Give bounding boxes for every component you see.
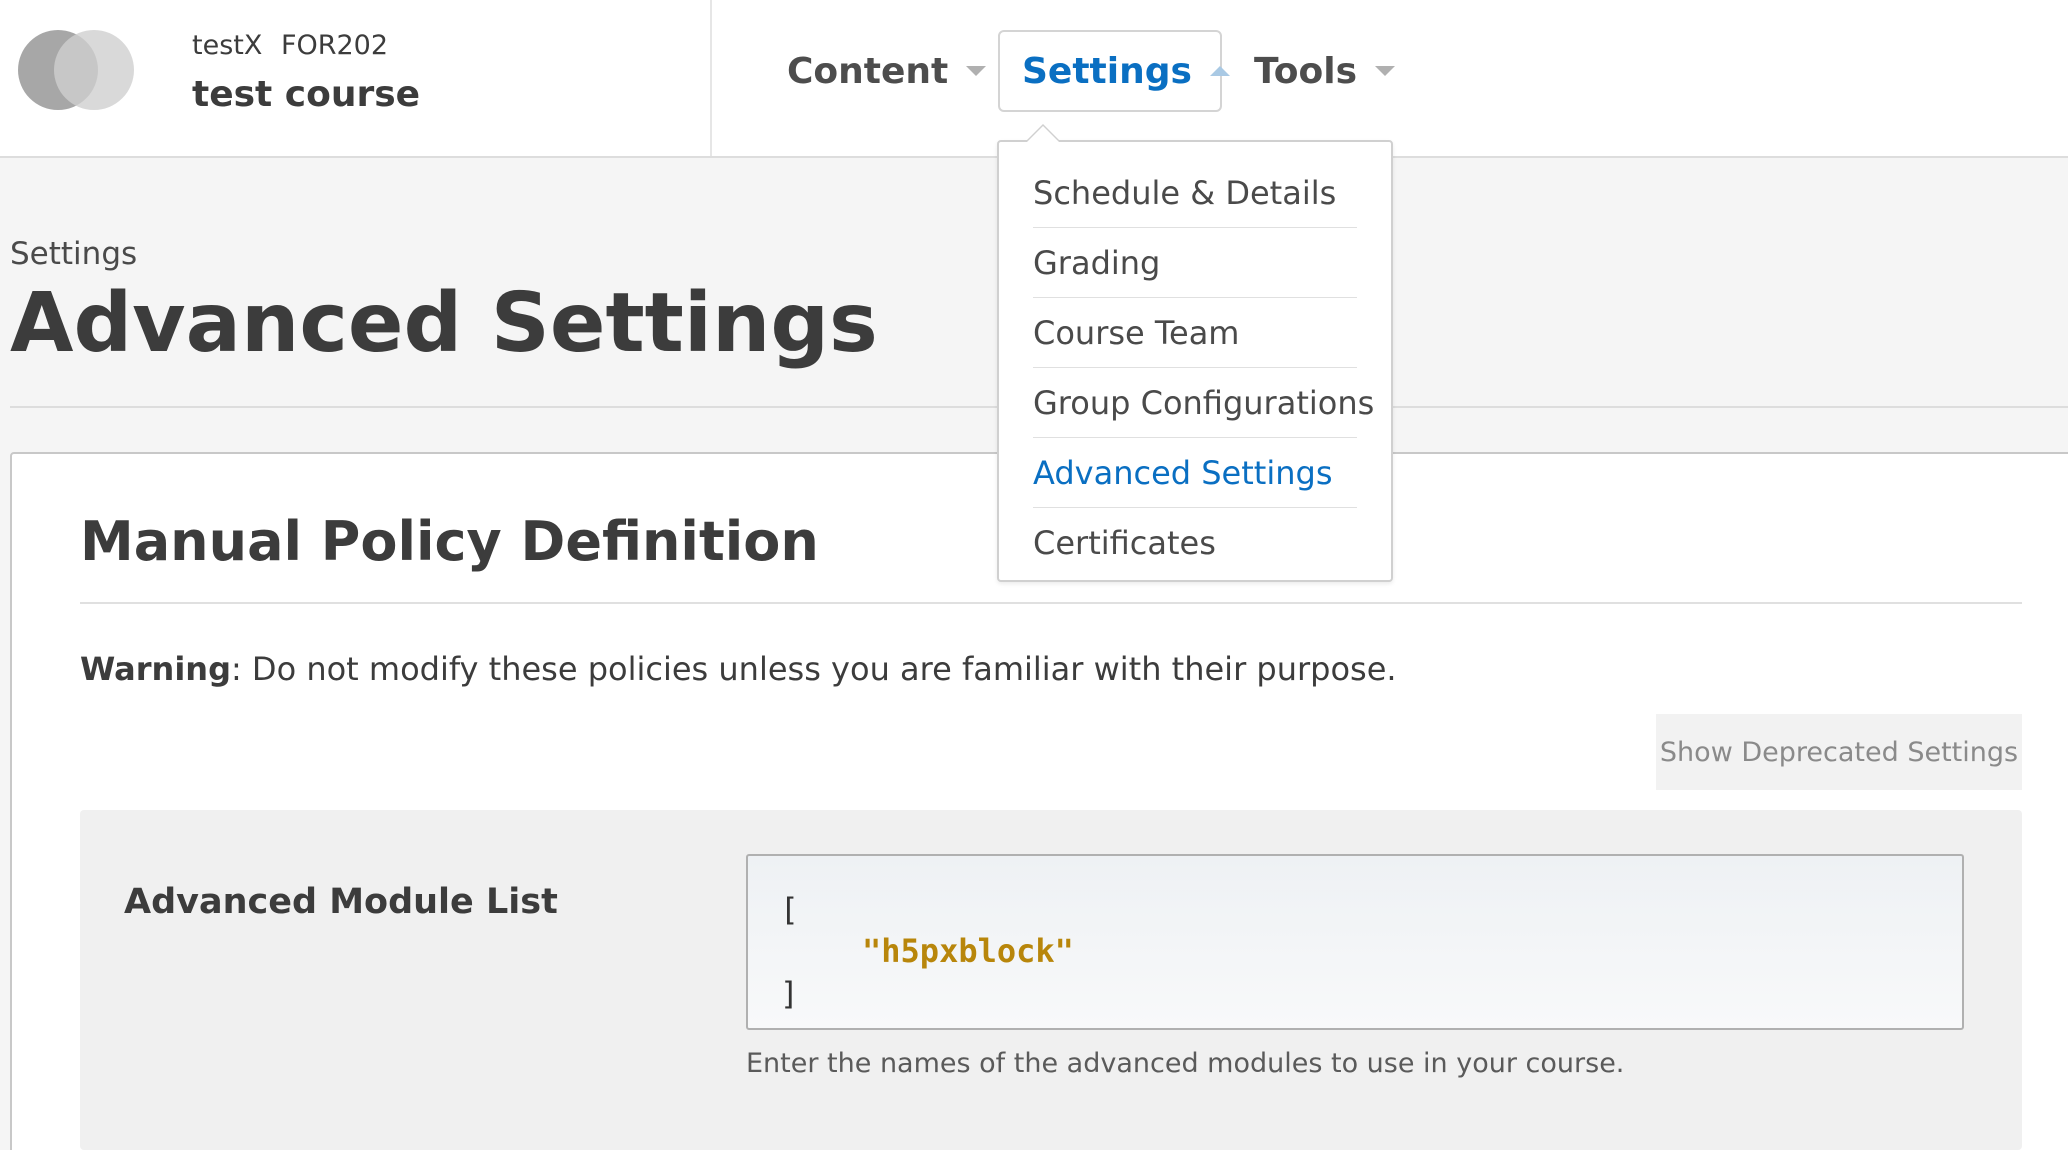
warning-label: Warning [80, 650, 231, 688]
menu-item-group-configurations[interactable]: Group Configurations [1033, 368, 1374, 438]
course-title[interactable]: test course [192, 74, 420, 115]
code-string-value: "h5pxblock" [862, 932, 1074, 970]
divider [80, 602, 2022, 604]
warning-text: : Do not modify these policies unless yo… [230, 650, 1397, 688]
nav-tools-label: Tools [1254, 50, 1358, 92]
settings-dropdown-menu: Schedule & Details Grading Course Team G… [997, 124, 1393, 582]
setting-label: Advanced Module List [124, 882, 558, 922]
chevron-up-icon [1209, 66, 1230, 76]
dropdown-pointer [1025, 124, 1061, 142]
nav-settings-label: Settings [1022, 50, 1192, 92]
nav-content[interactable]: Content [787, 30, 987, 112]
menu-item-advanced-settings[interactable]: Advanced Settings [1033, 438, 1357, 508]
code-open-bracket: [ [780, 892, 799, 928]
setting-help-text: Enter the names of the advanced modules … [746, 1048, 1625, 1079]
page-title: Advanced Settings [10, 276, 878, 371]
menu-item-grading[interactable]: Grading [1033, 228, 1357, 298]
menu-item-schedule-details[interactable]: Schedule & Details [1033, 158, 1357, 228]
course-number: FOR202 [280, 30, 389, 61]
course-org: testX [192, 30, 263, 61]
menu-item-course-team[interactable]: Course Team [1033, 298, 1357, 368]
setting-row-advanced-module-list: Advanced Module List [ "h5pxblock" ] Ent… [80, 810, 2022, 1150]
section-title: Manual Policy Definition [80, 510, 819, 573]
logo[interactable] [18, 30, 134, 110]
code-close-bracket: ] [780, 976, 799, 1012]
advanced-module-list-editor[interactable]: [ "h5pxblock" ] [746, 854, 1964, 1030]
course-branding: testX FOR202 test course [0, 0, 712, 156]
course-org-number: testX FOR202 [192, 30, 398, 61]
nav-tools[interactable]: Tools [1254, 30, 1396, 112]
nav-settings[interactable]: Settings [998, 30, 1230, 112]
nav-content-label: Content [787, 50, 949, 92]
menu-item-certificates[interactable]: Certificates [1033, 508, 1357, 578]
warning-message: Warning: Do not modify these policies un… [80, 650, 1397, 688]
breadcrumb: Settings [10, 236, 138, 272]
chevron-down-icon [966, 66, 987, 76]
chevron-down-icon [1375, 66, 1396, 76]
show-deprecated-settings-button[interactable]: Show Deprecated Settings [1656, 714, 2022, 790]
logo-circle-light [54, 30, 134, 110]
